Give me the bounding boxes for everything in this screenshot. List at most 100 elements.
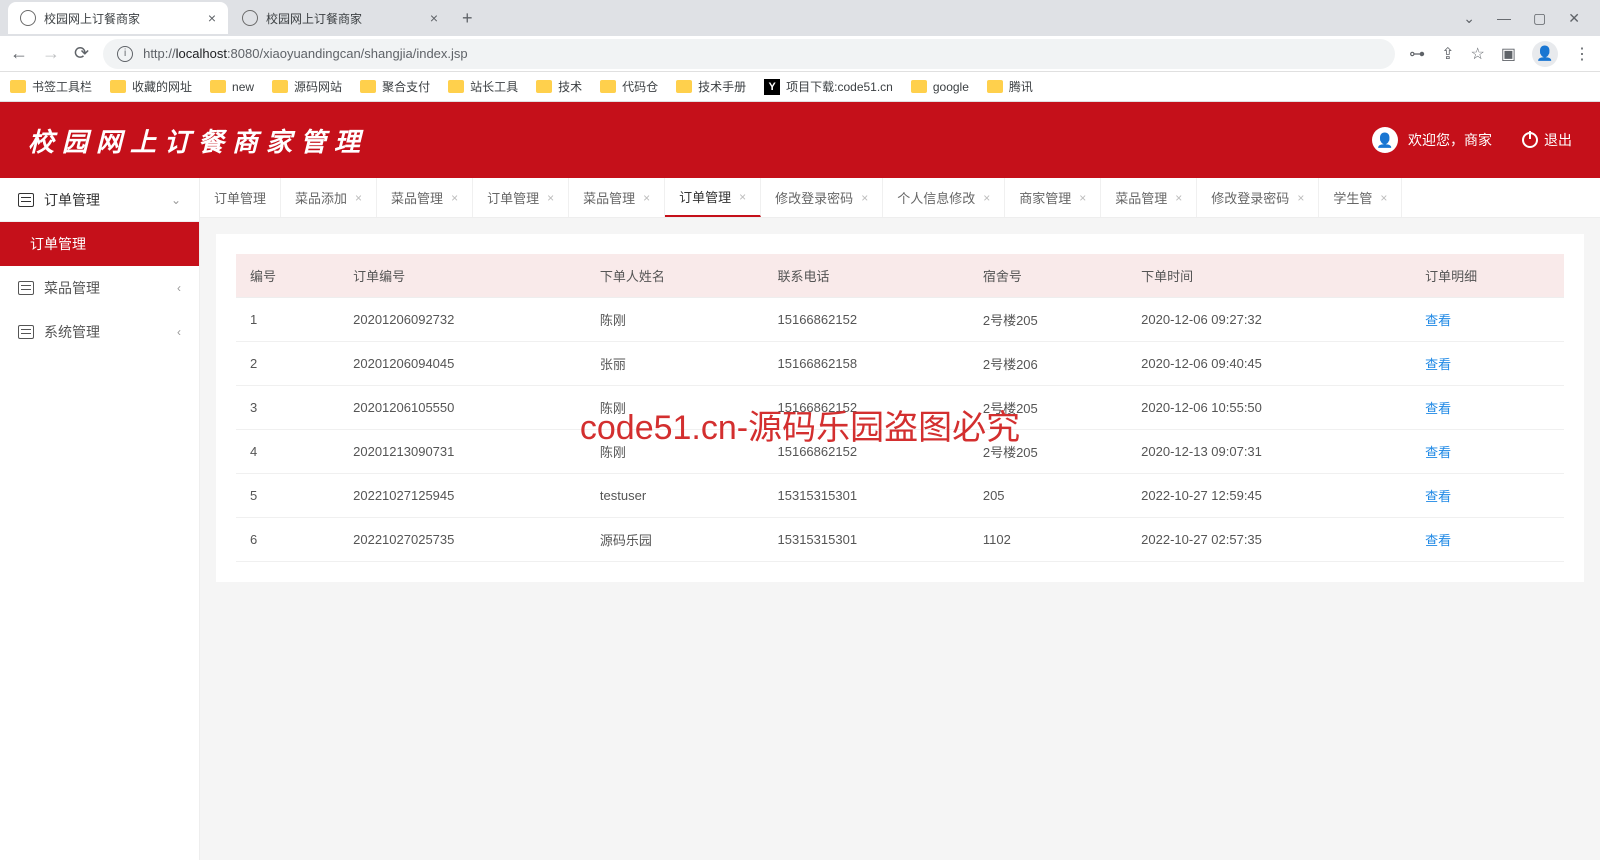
extension-icon[interactable]: ▣ [1501,44,1516,64]
view-link[interactable]: 查看 [1425,489,1451,504]
folder-icon [10,80,26,93]
content-tab[interactable]: 订单管理 [200,178,281,217]
sidebar-item-orders-top[interactable]: 订单管理 ⌄ [0,178,199,222]
content-tab[interactable]: 个人信息修改× [883,178,1005,217]
chevron-down-icon: ⌄ [171,193,181,207]
close-icon[interactable]: × [355,191,362,205]
folder-icon [911,80,927,93]
content-tab[interactable]: 修改登录密码× [1197,178,1319,217]
close-icon[interactable]: × [547,191,554,205]
bookmark-item[interactable]: 收藏的网址 [110,78,192,95]
close-icon[interactable]: × [451,191,458,205]
table-cell: 4 [236,430,339,474]
back-button[interactable]: ← [10,43,28,64]
maximize-button[interactable]: ▢ [1533,10,1546,27]
close-icon[interactable]: × [208,10,216,26]
table-row: 420201213090731陈刚151668621522号楼2052020-1… [236,430,1564,474]
view-link[interactable]: 查看 [1425,401,1451,416]
profile-icon[interactable]: 👤 [1532,41,1558,67]
reload-button[interactable]: ⟳ [74,43,89,64]
logout-button[interactable]: 退出 [1522,130,1572,150]
content-tab[interactable]: 学生管 × [1319,178,1402,217]
table-header: 订单编号 [339,254,586,298]
close-icon[interactable]: × [1297,191,1304,205]
close-icon[interactable]: × [1380,191,1387,205]
folder-icon [448,80,464,93]
bookmark-item[interactable]: 腾讯 [987,78,1033,95]
content-tab[interactable]: 订单管理 × [665,178,761,217]
close-icon[interactable]: × [739,190,746,204]
content-tab[interactable]: 订单管理 × [473,178,569,217]
table-cell: 20201206105550 [339,386,586,430]
bookmark-item[interactable]: 源码网站 [272,78,342,95]
chevron-down-icon[interactable]: ⌄ [1463,10,1475,27]
ctab-label: 菜品管理 [1115,188,1167,207]
menu-icon[interactable]: ⋮ [1574,44,1590,64]
bookmark-item[interactable]: 站长工具 [448,78,518,95]
browser-tab-active[interactable]: 校园网上订餐商家 × [8,2,228,34]
table-cell: 20201206092732 [339,298,586,342]
browser-tab[interactable]: 校园网上订餐商家 × [230,2,450,34]
window-controls: ⌄ — ▢ ✕ [1463,10,1592,27]
view-link[interactable]: 查看 [1425,357,1451,372]
view-link[interactable]: 查看 [1425,533,1451,548]
bookmark-item[interactable]: 聚合支付 [360,78,430,95]
key-icon[interactable]: ⊶ [1409,44,1425,64]
sidebar-item-orders-active[interactable]: 订单管理 [0,222,199,266]
table-row: 220201206094045张丽151668621582号楼2062020-1… [236,342,1564,386]
content-tabs: 订单管理菜品添加×菜品管理×订单管理×菜品管理×订单管理×修改登录密码×个人信息… [200,178,1600,218]
close-icon[interactable]: × [430,10,438,26]
table-header: 编号 [236,254,339,298]
bookmark-item[interactable]: 技术 [536,78,582,95]
table-cell: 2 [236,342,339,386]
ctab-label: 订单管理 [487,188,539,207]
table-cell: 20221027025735 [339,518,586,562]
minimize-button[interactable]: — [1497,10,1511,27]
welcome-text: 欢迎您，商家 [1408,130,1492,150]
bookmark-item[interactable]: 书签工具栏 [10,78,92,95]
table-cell: 15166862152 [764,430,969,474]
folder-icon [272,80,288,93]
ctab-label: 商家管理 [1019,188,1071,207]
bookmark-item[interactable]: Y项目下载:code51.cn [764,78,893,95]
close-icon[interactable]: × [983,191,990,205]
ctab-label: 菜品管理 [391,188,443,207]
app-header: 校园网上订餐商家管理 👤 欢迎您，商家 退出 [0,102,1600,178]
url-input[interactable]: i http://localhost:8080/xiaoyuandingcan/… [103,39,1395,69]
app-title: 校园网上订餐商家管理 [28,122,368,159]
content-tab[interactable]: 菜品管理× [569,178,665,217]
table-cell: 15166862152 [764,386,969,430]
close-icon[interactable]: × [861,191,868,205]
content-tab[interactable]: 修改登录密码× [761,178,883,217]
info-icon[interactable]: i [117,46,133,62]
ctab-label: 订单管理 [679,187,731,206]
chevron-left-icon: ‹ [177,281,181,295]
content-tab[interactable]: 菜品添加× [281,178,377,217]
bookmark-item[interactable]: google [911,80,969,94]
sidebar-item-dishes[interactable]: 菜品管理 ‹ [0,266,199,310]
bookmark-item[interactable]: 代码仓 [600,78,658,95]
toolbar-icons: ⊶ ⇪ ☆ ▣ 👤 ⋮ [1409,41,1590,67]
close-icon[interactable]: × [1079,191,1086,205]
share-icon[interactable]: ⇪ [1441,44,1454,64]
sidebar-label: 系统管理 [44,322,100,342]
bookmark-item[interactable]: 技术手册 [676,78,746,95]
star-icon[interactable]: ☆ [1471,44,1485,64]
table-cell: testuser [586,474,764,518]
close-icon[interactable]: × [643,191,650,205]
forward-button[interactable]: → [42,43,60,64]
content-tab[interactable]: 商家管理 × [1005,178,1101,217]
logout-label: 退出 [1544,130,1572,150]
close-window-button[interactable]: ✕ [1568,10,1580,27]
view-link[interactable]: 查看 [1425,445,1451,460]
close-icon[interactable]: × [1175,191,1182,205]
sidebar-item-system[interactable]: 系统管理 ‹ [0,310,199,354]
globe-icon [20,10,36,26]
new-tab-button[interactable]: + [462,8,473,29]
content-tab[interactable]: 菜品管理 × [1101,178,1197,217]
ctab-label: 学生管 [1333,188,1372,207]
table-cell: 20201206094045 [339,342,586,386]
content-tab[interactable]: 菜品管理 × [377,178,473,217]
view-link[interactable]: 查看 [1425,313,1451,328]
bookmark-item[interactable]: new [210,80,254,94]
